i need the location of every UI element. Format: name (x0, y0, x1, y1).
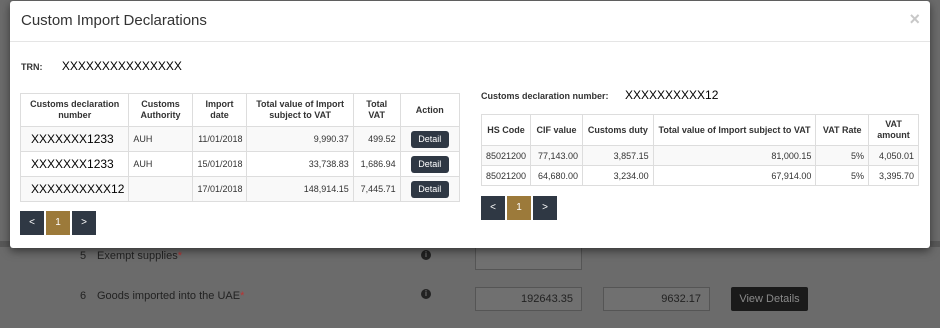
customs-declaration-heading: Customs declaration number: XXXXXXXXXX12 (481, 86, 718, 104)
total-vat: 499.52 (352, 126, 401, 152)
column-header: Import date (191, 93, 248, 127)
declaration-number: XXXXXXX1233 (19, 151, 130, 177)
total-value: 67,914.00 (652, 165, 817, 186)
close-icon[interactable]: × (909, 10, 920, 28)
items-pagination: < 1 > (481, 196, 559, 220)
customs-duty: 3,857.15 (582, 145, 654, 166)
customs-authority: AUH (128, 126, 193, 152)
row-label: Exempt supplies* (97, 250, 182, 262)
import-date: 11/01/2018 (191, 126, 248, 152)
declaration-value: XXXXXXXXXX12 (624, 88, 719, 102)
table-row: 85021200 64,680.00 3,234.00 67,914.00 5%… (480, 165, 919, 186)
declarations-table: Customs declaration number Customs Autho… (19, 93, 461, 202)
cif-value: 64,680.00 (530, 165, 583, 186)
exempt-supplies-input[interactable] (475, 247, 582, 270)
column-header: Total VAT (352, 93, 401, 127)
vat-amount: 4,050.01 (868, 145, 919, 166)
column-header: Action (399, 93, 461, 127)
page-1-button[interactable]: 1 (507, 196, 531, 220)
modal-header: Custom Import Declarations × (10, 1, 930, 42)
action-cell: Detail (399, 126, 461, 152)
customs-duty: 3,234.00 (582, 165, 654, 186)
import-date: 17/01/2018 (191, 176, 248, 202)
total-value: 81,000.15 (652, 145, 817, 166)
vat-amount: 3,395.70 (868, 165, 919, 186)
trn-label: TRN: (21, 62, 43, 72)
hs-code: 85021200 (480, 165, 532, 186)
table-row: XXXXXXXXXX12 17/01/2018 148,914.15 7,445… (19, 176, 461, 202)
view-details-button[interactable]: View Details (731, 287, 808, 311)
declarations-pagination: < 1 > (20, 211, 98, 235)
goods-imported-amount-field[interactable]: 192643.35 (475, 287, 582, 311)
prev-page-button[interactable]: < (481, 196, 505, 220)
row-number: 6 (80, 290, 87, 302)
table-row: XXXXXXX1233 AUH 15/01/2018 33,738.83 1,6… (19, 151, 461, 177)
column-header: VAT Rate (815, 114, 870, 146)
column-header: CIF value (530, 114, 583, 146)
column-header: Customs declaration number (19, 93, 130, 127)
import-date: 15/01/2018 (191, 151, 248, 177)
info-icon[interactable]: i (421, 289, 431, 299)
action-cell: Detail (399, 176, 461, 202)
vat-rate: 5% (815, 165, 870, 186)
vat-rate: 5% (815, 145, 870, 166)
page-1-button[interactable]: 1 (46, 211, 70, 235)
next-page-button[interactable]: > (533, 196, 557, 220)
customs-authority (128, 176, 193, 202)
info-icon[interactable]: i (421, 250, 431, 260)
declaration-number: XXXXXXXXXX12 (19, 176, 130, 202)
custom-import-declarations-modal: Custom Import Declarations × TRN: XXXXXX… (10, 1, 930, 248)
detail-button[interactable]: Detail (410, 155, 449, 173)
declaration-items-table: HS Code CIF value Customs duty Total val… (480, 114, 919, 186)
cif-value: 77,143.00 (530, 145, 583, 166)
table-header-row: Customs declaration number Customs Autho… (19, 93, 461, 127)
total-value: 9,990.37 (246, 126, 354, 152)
next-page-button[interactable]: > (72, 211, 96, 235)
total-value: 33,738.83 (246, 151, 354, 177)
declaration-number: XXXXXXX1233 (19, 126, 130, 152)
column-header: Customs duty (582, 114, 654, 146)
trn-line: TRN: XXXXXXXXXXXXXXX (21, 59, 182, 73)
column-header: Total value of Import subject to VAT (652, 114, 817, 146)
prev-page-button[interactable]: < (20, 211, 44, 235)
declaration-label: Customs declaration number: (481, 91, 609, 101)
total-value: 148,914.15 (246, 176, 354, 202)
customs-authority: AUH (128, 151, 193, 177)
hs-code: 85021200 (480, 145, 532, 166)
row-label: Goods imported into the UAE* (97, 290, 245, 302)
column-header: HS Code (480, 114, 532, 146)
detail-button[interactable]: Detail (410, 180, 449, 198)
modal-title: Custom Import Declarations (21, 12, 207, 29)
trn-value: XXXXXXXXXXXXXXX (61, 59, 182, 73)
column-header: VAT amount (868, 114, 919, 146)
table-row: XXXXXXX1233 AUH 11/01/2018 9,990.37 499.… (19, 126, 461, 152)
detail-button[interactable]: Detail (410, 130, 449, 148)
goods-imported-vat-field[interactable]: 9632.17 (603, 287, 710, 311)
column-header: Customs Authority (128, 93, 193, 127)
row-number: 5 (80, 250, 87, 262)
column-header: Total value of Import subject to VAT (246, 93, 354, 127)
total-vat: 7,445.71 (352, 176, 401, 202)
table-row: 85021200 77,143.00 3,857.15 81,000.15 5%… (480, 145, 919, 166)
table-header-row: HS Code CIF value Customs duty Total val… (480, 114, 919, 146)
action-cell: Detail (399, 151, 461, 177)
total-vat: 1,686.94 (352, 151, 401, 177)
